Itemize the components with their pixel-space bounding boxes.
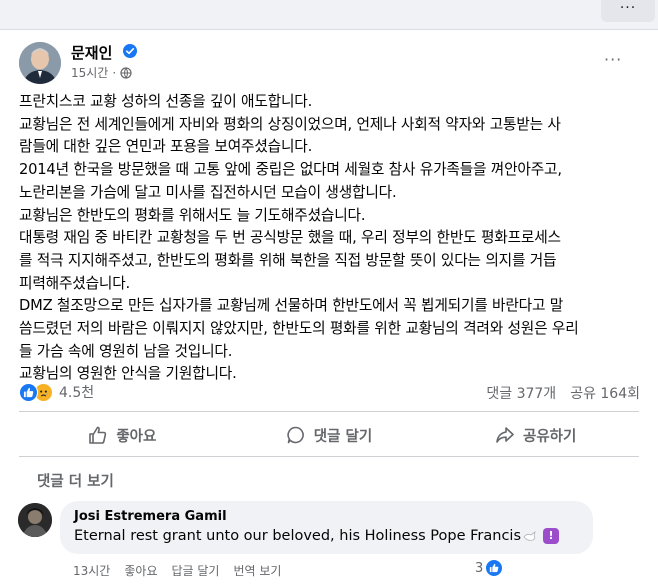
meta-separator: · [112,65,117,80]
post-line: 프란치스코 교황 성하의 선종을 깊이 애도합니다. [19,93,313,110]
divider [19,411,639,412]
comments-count[interactable]: 댓글 377개 [486,383,556,403]
post-line: 를 적극 지지해주셨고, 한반도의 평화를 위해 북한을 직접 방문할 뜻이 있… [19,251,557,269]
author-name[interactable]: 문재인 [71,42,112,63]
post-more-options-button[interactable]: ··· [604,50,622,69]
post-line: 노란리본을 가슴에 달고 미사를 집전하시던 모습이 생생합니다. [19,183,397,201]
verified-badge-icon [123,44,137,58]
post-line: 람들에 대한 깊은 연민과 포용을 보여주셨습니다. [19,138,313,156]
author-avatar[interactable] [19,42,61,84]
dove-emoji-icon [523,531,536,541]
post-meta: 15시간 · [71,64,132,81]
post-line: DMZ 철조망으로 만든 십자가를 교황님께 선물하며 한반도에서 꼭 뵙게되기… [19,297,564,315]
reaction-count: 4.5천 [59,385,95,401]
post-line: 대통령 재임 중 바티칸 교황청을 두 번 공식방문 했을 때, 우리 정부의 … [19,229,561,247]
post-line: 2014년 한국을 방문했을 때 고통 앞에 중립은 없다며 세월호 참사 유가… [19,161,562,179]
comment-button[interactable]: 댓글 달기 [226,418,433,452]
like-reaction-icon [19,382,38,402]
comment-text-body: Eternal rest grant unto our beloved, his… [74,528,522,544]
commenter-name[interactable]: Josi Estremera Gamil [74,509,227,524]
post-line: 피력해주셨습니다. [19,274,130,292]
like-reaction-icon [485,559,504,577]
share-arrow-icon [496,427,514,443]
post-line: 들 가슴 속에 영원히 남을 것입니다. [19,342,233,360]
commenter-avatar[interactable] [18,503,52,537]
shares-count[interactable]: 공유 164회 [570,383,640,403]
thumbs-up-icon [89,426,107,444]
post-body: 프란치스코 교황 성하의 선종을 깊이 애도합니다. 교황님은 전 세계인들에게… [19,91,644,386]
comment-reply-button[interactable]: 답글 달기 [171,562,219,579]
divider [19,456,639,457]
post-line: 씀드렸던 저의 바람은 이뤄지지 않았지만, 한반도의 평화를 위한 교황님의 … [19,320,579,338]
comment-translate-button[interactable]: 번역 보기 [233,562,281,579]
comment-like-button[interactable]: 좋아요 [124,562,157,579]
post-actions: 좋아요 댓글 달기 공유하기 [19,418,639,452]
comment-reactions[interactable]: 3 [475,559,504,577]
globe-icon [120,66,132,79]
comment-timestamp[interactable]: 13시간 [73,562,110,579]
comment-text: Eternal rest grant unto our beloved, his… [74,528,560,544]
post-line: 교황님은 전 세계인들에게 자비와 평화의 상징이었으며, 언제나 사회적 약자… [19,115,561,133]
post-line: 교황님은 한반도의 평화를 위해서도 늘 기도해주셨습니다. [19,206,366,224]
comment-bubble-icon [287,426,304,444]
like-button[interactable]: 좋아요 [19,418,226,452]
view-more-comments-link[interactable]: 댓글 더 보기 [37,470,114,491]
purple-badge-emoji-icon: ! [543,528,560,544]
comment-label: 댓글 달기 [313,428,373,445]
comment-actions: 13시간 좋아요 답글 달기 번역 보기 [73,562,281,579]
comment-bubble: Josi Estremera Gamil Eternal rest grant … [60,501,593,554]
comment-reaction-count: 3 [475,560,484,576]
share-button[interactable]: 공유하기 [432,418,639,452]
reactions-summary[interactable]: 4.5천 [19,382,94,402]
like-label: 좋아요 [116,428,157,445]
post-stats: 댓글 377개 공유 164회 [486,383,640,403]
post-timestamp[interactable]: 15시간 [71,64,108,81]
top-more-button[interactable]: ··· [601,0,655,22]
share-label: 공유하기 [522,428,577,445]
post-card: 문재인 15시간 · ··· 프란치스코 교황 성하의 선종을 깊이 애도합니다… [0,29,658,587]
